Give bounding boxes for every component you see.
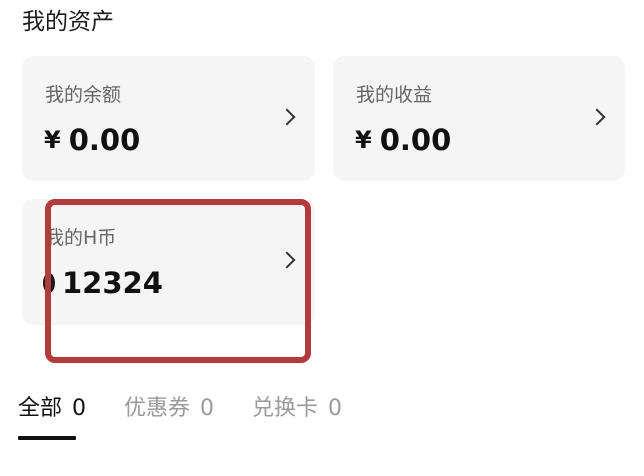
h-coin-label: 我的H币 [45, 227, 117, 249]
tab-redeem-cards-label: 兑换卡 [252, 396, 319, 421]
h-coin-value-row: 12324 [43, 266, 163, 300]
balance-card[interactable]: 我的余额 ¥ 0.00 [22, 56, 315, 181]
chevron-right-icon [588, 108, 606, 125]
section-title: 我的资产 [22, 9, 114, 35]
currency-symbol: ¥ [355, 126, 372, 154]
balance-label: 我的余额 [45, 84, 122, 106]
balance-value: 0.00 [68, 123, 141, 157]
chevron-right-icon [278, 251, 296, 269]
tab-redeem-cards[interactable]: 兑换卡 0 [252, 390, 342, 422]
tab-all[interactable]: 全部 0 [18, 390, 86, 422]
balance-value-row: ¥ 0.00 [44, 123, 140, 157]
earnings-label: 我的收益 [356, 84, 433, 106]
tab-coupons[interactable]: 优惠券 0 [124, 390, 214, 422]
tab-redeem-cards-count: 0 [328, 396, 343, 421]
active-tab-indicator [18, 436, 76, 440]
tab-coupons-label: 优惠券 [124, 396, 191, 421]
earnings-value: 0.00 [379, 123, 452, 157]
tab-all-label: 全部 [18, 396, 63, 421]
earnings-value-row: ¥ 0.00 [355, 123, 451, 157]
h-coin-value: 12324 [62, 266, 163, 300]
h-coin-icon [43, 273, 55, 293]
tab-coupons-count: 0 [200, 396, 215, 421]
tab-bar: 全部 0 优惠券 0 兑换卡 0 [18, 390, 380, 422]
currency-symbol: ¥ [44, 126, 61, 154]
earnings-card[interactable]: 我的收益 ¥ 0.00 [333, 56, 625, 181]
chevron-right-icon [278, 108, 296, 125]
tab-all-count: 0 [72, 396, 87, 421]
h-coin-card[interactable]: 我的H币 12324 [22, 199, 315, 325]
